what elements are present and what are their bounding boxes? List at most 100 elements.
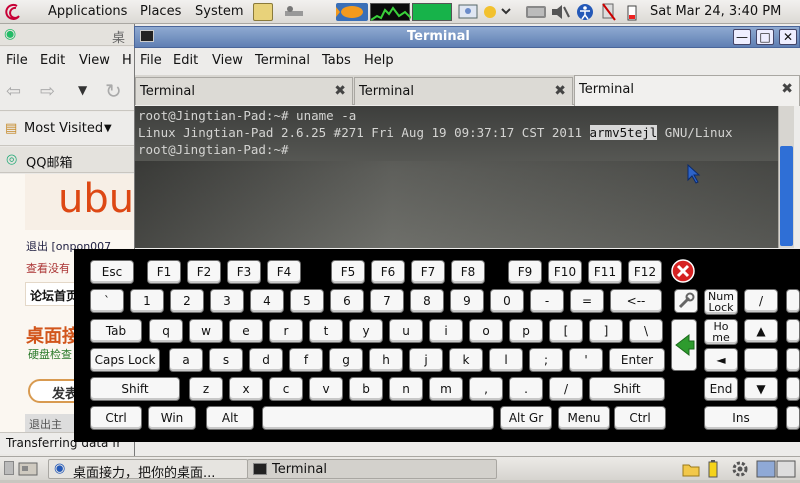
keyboard-icon[interactable] (525, 3, 547, 21)
close-button[interactable]: ✕ (779, 29, 797, 45)
key-left-ctrl[interactable]: Ctrl (90, 406, 142, 430)
key-num-lock[interactable]: Num Lock (704, 289, 738, 315)
chevron-down-icon[interactable]: ▼ (104, 123, 112, 134)
bookmark-most-visited[interactable]: Most Visited (24, 121, 103, 136)
key-o[interactable]: o (469, 319, 503, 343)
key-partial-5[interactable] (786, 406, 800, 430)
terminal-menu-terminal[interactable]: Terminal (255, 53, 310, 68)
key-backslash[interactable]: \ (629, 319, 663, 343)
system-menu[interactable]: System (195, 4, 243, 19)
key-left-shift[interactable]: Shift (90, 377, 180, 401)
key-insert[interactable]: Ins (704, 406, 778, 430)
workspace-switcher[interactable] (756, 460, 796, 478)
key-9[interactable]: 9 (450, 289, 484, 313)
key-x[interactable]: x (229, 377, 263, 401)
key-minus[interactable]: - (530, 289, 564, 313)
key-win[interactable]: Win (148, 406, 196, 430)
key-h[interactable]: h (369, 348, 403, 372)
key-0[interactable]: 0 (490, 289, 524, 313)
key-menu[interactable]: Menu (558, 406, 610, 430)
key-alt-gr[interactable]: Alt Gr (500, 406, 552, 430)
tab-close-icon[interactable]: ✖ (781, 81, 793, 97)
key-e[interactable]: e (229, 319, 263, 343)
network-disconnected-icon[interactable] (600, 3, 618, 21)
key-f10[interactable]: F10 (548, 260, 582, 284)
tab-close-icon[interactable]: ✖ (554, 83, 566, 99)
keyboard-settings-icon[interactable] (674, 289, 698, 313)
applications-menu[interactable]: Applications (48, 4, 127, 19)
key-equals[interactable]: = (570, 289, 604, 313)
key-home[interactable]: Ho me (704, 319, 738, 345)
key-1[interactable]: 1 (130, 289, 164, 313)
minimize-button[interactable]: — (733, 29, 751, 45)
key-space[interactable] (262, 406, 494, 430)
key-f12[interactable]: F12 (628, 260, 662, 284)
key-backtick[interactable]: ` (90, 289, 124, 313)
key-w[interactable]: w (189, 319, 223, 343)
key-3[interactable]: 3 (210, 289, 244, 313)
key-f1[interactable]: F1 (147, 260, 181, 284)
key-semicolon[interactable]: ; (529, 348, 563, 372)
key-f5[interactable]: F5 (331, 260, 365, 284)
clock[interactable]: Sat Mar 24, 3:40 PM (650, 4, 781, 19)
key-f7[interactable]: F7 (411, 260, 445, 284)
key-z[interactable]: z (189, 377, 223, 401)
key-q[interactable]: q (149, 319, 183, 343)
browser-menu-view[interactable]: View (79, 53, 110, 68)
key-f11[interactable]: F11 (588, 260, 622, 284)
mail-icon[interactable] (253, 3, 273, 21)
browser-tab[interactable]: ◎ QQ邮箱 (0, 147, 140, 173)
taskbar-item-browser[interactable]: ◉ 桌面接力，把你的桌面... (48, 459, 248, 481)
key-s[interactable]: s (209, 348, 243, 372)
key-5[interactable]: 5 (290, 289, 324, 313)
key-f4[interactable]: F4 (267, 260, 301, 284)
key-i[interactable]: i (429, 319, 463, 343)
key-y[interactable]: y (349, 319, 383, 343)
key-7[interactable]: 7 (370, 289, 404, 313)
terminal-tab-2[interactable]: Terminal ✖ (354, 77, 573, 105)
terminal-menu-file[interactable]: File (140, 53, 162, 68)
fish-applet-icon[interactable] (336, 3, 368, 21)
weather-icon[interactable] (480, 3, 514, 21)
key-esc[interactable]: Esc (90, 260, 134, 284)
key-k[interactable]: k (449, 348, 483, 372)
key-quote[interactable]: ' (569, 348, 603, 372)
key-c[interactable]: c (269, 377, 303, 401)
key-d[interactable]: d (249, 348, 283, 372)
terminal-menu-tabs[interactable]: Tabs (322, 53, 351, 68)
key-n[interactable]: n (389, 377, 423, 401)
folder-icon[interactable] (682, 460, 700, 478)
key-r[interactable]: r (269, 319, 303, 343)
key-right-shift[interactable]: Shift (589, 377, 665, 401)
key-partial-3[interactable] (786, 348, 800, 372)
key-up-arrow[interactable]: ▲ (744, 319, 778, 343)
key-tab[interactable]: Tab (90, 319, 142, 343)
key-end[interactable]: End (704, 377, 738, 401)
key-left-bracket[interactable]: [ (549, 319, 583, 343)
key-f[interactable]: f (289, 348, 323, 372)
key-down-arrow[interactable]: ▼ (744, 377, 778, 401)
taskbar-item-terminal[interactable]: Terminal (247, 459, 497, 479)
terminal-scroll-thumb[interactable] (780, 146, 793, 246)
key-8[interactable]: 8 (410, 289, 444, 313)
reload-icon[interactable]: ↻ (105, 79, 122, 103)
terminal-titlebar[interactable]: Terminal — □ ✕ (134, 26, 800, 48)
key-enter[interactable]: Enter (609, 348, 665, 372)
key-caps-lock[interactable]: Caps Lock (90, 348, 160, 372)
key-b[interactable]: b (349, 377, 383, 401)
terminal-tab-1[interactable]: Terminal ✖ (135, 77, 353, 105)
terminal-menu-view[interactable]: View (212, 53, 243, 68)
key-f9[interactable]: F9 (508, 260, 542, 284)
history-dropdown-icon[interactable]: ▼ (78, 83, 87, 97)
key-2[interactable]: 2 (170, 289, 204, 313)
display-icon[interactable] (457, 3, 479, 21)
key-period[interactable]: . (509, 377, 543, 401)
terminal-menu-help[interactable]: Help (364, 53, 394, 68)
key-comma[interactable]: , (469, 377, 503, 401)
key-blank[interactable] (744, 348, 778, 372)
network-tool-icon[interactable] (282, 3, 306, 21)
show-desktop-icon[interactable] (17, 459, 39, 479)
key-a[interactable]: a (169, 348, 203, 372)
browser-menu-file[interactable]: File (6, 53, 28, 68)
key-p[interactable]: p (509, 319, 543, 343)
